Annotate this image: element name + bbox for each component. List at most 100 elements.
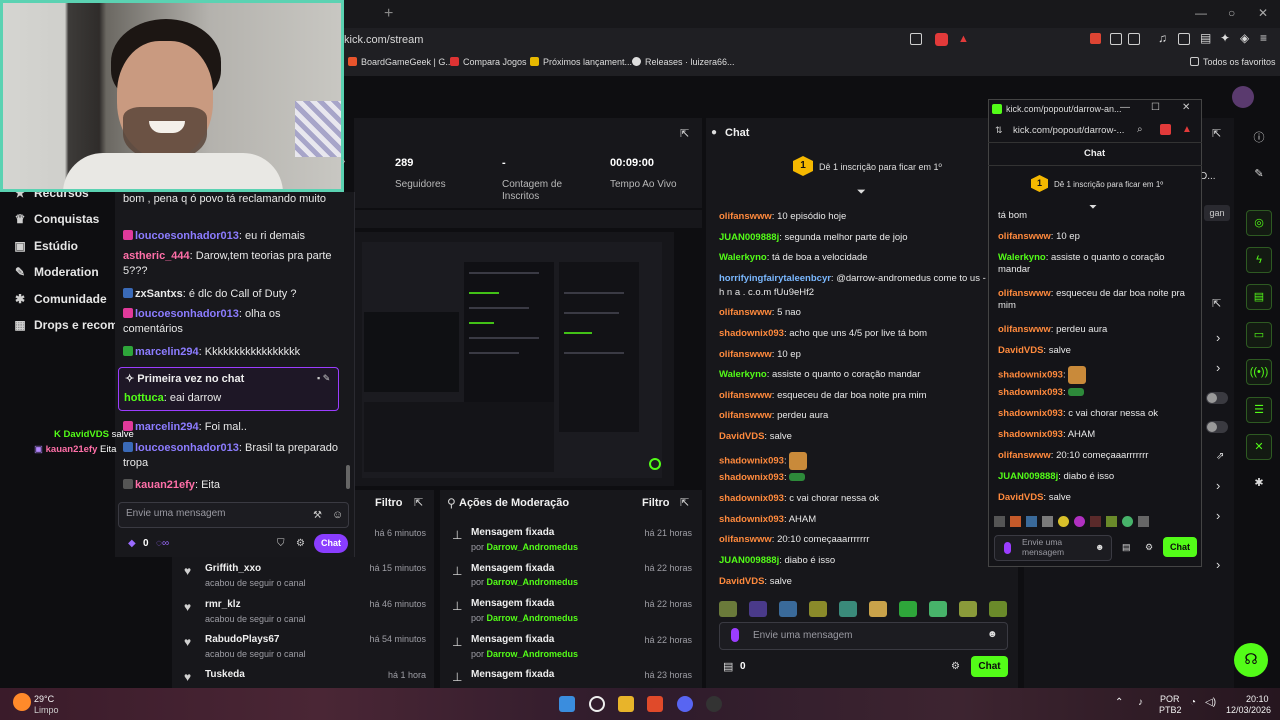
chat-username[interactable]: olifanswww xyxy=(998,288,1051,299)
share-icon[interactable] xyxy=(910,33,922,45)
toggle-switch[interactable] xyxy=(1206,421,1228,433)
chat-username[interactable]: Walerkyno xyxy=(998,252,1046,263)
sub-prompt[interactable]: Dê 1 inscrição para ficar em 1º xyxy=(819,162,942,172)
emoji-icon[interactable]: ☺ xyxy=(332,509,343,521)
new-tab-icon[interactable]: + xyxy=(384,5,393,23)
minimize-icon[interactable]: — xyxy=(1195,6,1207,20)
expand-icon[interactable]: ⇱ xyxy=(680,496,689,509)
emoji-icon[interactable]: ☻ xyxy=(987,629,998,640)
chevron-right-icon[interactable]: › xyxy=(1216,557,1220,572)
lightning-icon[interactable]: ϟ xyxy=(1246,247,1272,273)
chat-username[interactable]: olifanswww xyxy=(998,450,1051,461)
chat-username[interactable]: DavidVDS xyxy=(719,576,764,587)
expand-icon[interactable]: ⇱ xyxy=(680,127,689,140)
nav-item-achievements[interactable]: ♛ Conquistas xyxy=(14,212,100,226)
chat-username[interactable]: shadownix093 xyxy=(998,370,1063,381)
bookmark-item[interactable]: Releases · luizera66... xyxy=(632,57,735,67)
rewards-icon[interactable]: ▲ xyxy=(1182,124,1192,135)
chat-username[interactable]: olifanswww xyxy=(998,231,1051,242)
settings-icon[interactable]: ⚙ xyxy=(951,661,960,672)
settings-icon[interactable]: ⚙ xyxy=(296,538,305,549)
brave-shield-icon[interactable] xyxy=(1160,124,1171,135)
chat-username[interactable]: loucoesonhador013 xyxy=(135,442,239,454)
expand-icon[interactable]: ⇱ xyxy=(1212,297,1221,310)
chat-username[interactable]: olifanswww xyxy=(719,410,772,421)
chat-username[interactable]: marcelin294 xyxy=(135,421,199,433)
chat-username[interactable]: JUAN009888j xyxy=(719,232,779,243)
mic-icon[interactable] xyxy=(731,628,739,642)
chat-username[interactable]: horrifyingfairytaleenbcyr xyxy=(719,273,831,284)
site-settings-icon[interactable]: ⇅ xyxy=(995,125,1003,136)
chevron-right-icon[interactable]: › xyxy=(1216,330,1220,345)
obs-icon[interactable] xyxy=(706,696,722,712)
media-icon[interactable]: ♫ xyxy=(1158,31,1167,45)
chat-username[interactable]: DavidVDS xyxy=(998,492,1043,503)
tray-chevron-icon[interactable]: ⌃ xyxy=(1115,698,1123,708)
chevron-right-icon[interactable]: › xyxy=(1216,360,1220,375)
extensions-icon[interactable] xyxy=(1128,33,1140,45)
rewards-icon[interactable]: ▲ xyxy=(958,33,969,45)
weather-icon[interactable] xyxy=(13,693,31,711)
chart-icon[interactable]: ⇗ xyxy=(1216,451,1224,462)
shield-icon[interactable]: ⛉ xyxy=(277,538,285,549)
minimize-icon[interactable]: — xyxy=(1120,102,1130,113)
wallet-icon[interactable]: ▤ xyxy=(1200,31,1211,45)
avatar[interactable] xyxy=(1232,86,1254,108)
popout-send-button[interactable]: Chat xyxy=(1163,537,1197,557)
chat-bubble-icon[interactable]: ▭ xyxy=(1246,322,1272,348)
chevron-right-icon[interactable]: › xyxy=(342,156,345,167)
popout-sub-prompt[interactable]: Dê 1 inscrição para ficar em 1º xyxy=(1054,180,1163,189)
chat-username[interactable]: shadownix093 xyxy=(719,472,784,483)
chevron-right-icon[interactable]: › xyxy=(1216,478,1220,493)
chat-username[interactable]: olifanswww xyxy=(719,307,772,318)
bookmark-item[interactable]: BoardGameGeek | G... xyxy=(348,57,453,67)
info-icon[interactable]: ⓘ xyxy=(1246,126,1272,152)
clipboard-icon[interactable]: ▤ xyxy=(1246,284,1272,310)
support-icon[interactable]: ☊ xyxy=(1234,643,1268,677)
chat-username[interactable]: shadownix093 xyxy=(719,493,784,504)
camera-icon[interactable]: ◎ xyxy=(1246,210,1272,236)
scrollbar[interactable] xyxy=(346,465,350,489)
emote-bar[interactable] xyxy=(719,601,1019,622)
chat-username[interactable]: zxSantxs xyxy=(135,288,183,300)
mod-icon[interactable]: ⚒ xyxy=(313,510,322,521)
bookmark-item[interactable]: Próximos lançament... xyxy=(530,57,632,67)
chat-username[interactable]: kauan21efy xyxy=(135,479,195,491)
brave-browser-icon[interactable] xyxy=(647,696,663,712)
chat-username[interactable]: olifanswww xyxy=(998,324,1051,335)
maximize-icon[interactable]: ○ xyxy=(1228,6,1235,20)
sidebar-icon[interactable] xyxy=(1178,33,1190,45)
other-bookmarks[interactable]: Todos os favoritos xyxy=(1190,57,1276,67)
nav-item-moderation[interactable]: ✎ Moderation xyxy=(14,265,99,279)
extension-icon[interactable] xyxy=(1090,33,1101,44)
dismiss-icon[interactable]: ▪ ✎ xyxy=(317,373,330,384)
clock-date[interactable]: 12/03/2026 xyxy=(1226,705,1271,715)
close-icon[interactable]: ✕ xyxy=(1258,6,1268,20)
mod-filter[interactable]: Filtro xyxy=(642,497,670,509)
ai-icon[interactable]: ✦ xyxy=(1220,31,1230,45)
chat-username[interactable]: shadownix093 xyxy=(719,456,784,467)
collapse-icon[interactable]: ⏷ xyxy=(857,186,866,199)
language-top[interactable]: POR xyxy=(1160,694,1180,704)
address-bar[interactable]: kick.com/stream xyxy=(344,34,423,46)
chat-username[interactable]: JUAN009888j xyxy=(719,555,779,566)
chat-username[interactable]: JUAN009888j xyxy=(998,471,1058,482)
microphone-icon[interactable]: ♪ xyxy=(1138,698,1143,708)
toggle-switch[interactable] xyxy=(1206,392,1228,404)
discord-icon[interactable] xyxy=(677,696,693,712)
wrench-icon[interactable]: ✕ xyxy=(1246,434,1272,460)
list-icon[interactable]: ☰ xyxy=(1246,397,1272,423)
chat-username[interactable]: loucoesonhador013 xyxy=(135,230,239,242)
chat-username[interactable]: loucoesonhador013 xyxy=(135,308,239,320)
overlay-send-button[interactable]: Chat xyxy=(314,534,348,553)
maximize-icon[interactable]: ☐ xyxy=(1151,102,1160,113)
close-icon[interactable]: ✕ xyxy=(1182,102,1190,113)
gift-icon[interactable]: ▤ xyxy=(723,660,733,673)
chat-username[interactable]: olifanswww xyxy=(719,534,772,545)
language-bottom[interactable]: PTB2 xyxy=(1159,705,1182,715)
windows-start-icon[interactable] xyxy=(559,696,575,712)
community-icon[interactable]: ✱ xyxy=(1246,471,1272,497)
vpn-icon[interactable]: ◈ xyxy=(1240,31,1249,45)
chat-username[interactable]: shadownix093 xyxy=(719,328,784,339)
chat-username[interactable]: marcelin294 xyxy=(135,346,199,358)
